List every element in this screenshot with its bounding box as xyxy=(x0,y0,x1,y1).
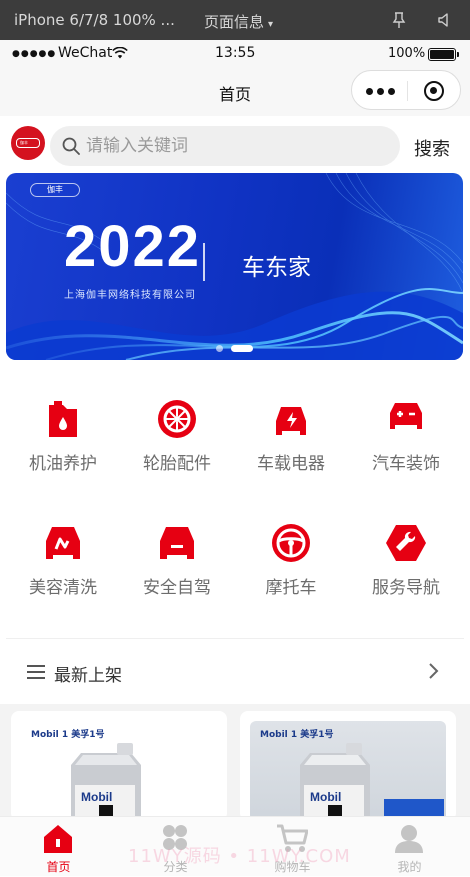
page-info-dropdown[interactable]: 页面信息 ▾ xyxy=(204,11,273,32)
category-label: 汽车装饰 xyxy=(372,454,440,474)
tab-home[interactable]: 首页 xyxy=(0,817,117,877)
banner-carousel[interactable]: 伽丰 2022 车东家 上海伽丰网络科技有限公司 xyxy=(6,173,463,360)
banner-brand: 车东家 xyxy=(242,255,311,281)
car-battery-icon xyxy=(390,403,422,429)
more-icon[interactable] xyxy=(366,88,396,95)
product-card[interactable]: Mobil 1 美孚1号 Mobil xyxy=(240,711,456,821)
wrench-icon xyxy=(386,525,426,561)
device-selector[interactable]: iPhone 6/7/8 100% ... xyxy=(14,11,175,29)
category-car-electronics[interactable]: 车载电器 xyxy=(241,399,341,499)
volume-icon[interactable] xyxy=(437,12,453,28)
search-input[interactable] xyxy=(86,131,386,161)
search-icon xyxy=(62,137,80,155)
signal-strength: ●●●●● xyxy=(12,49,57,59)
category-car-wash[interactable]: 美容清洗 xyxy=(13,523,113,623)
watermark-text: 11WY源码 • 11WY.COM xyxy=(128,846,351,867)
wifi-icon xyxy=(112,47,128,59)
pin-icon[interactable] xyxy=(392,12,406,28)
category-label: 车载电器 xyxy=(257,454,325,474)
category-oil-care[interactable]: 机油养护 xyxy=(13,399,113,499)
status-bar: ●●●●● WeChat 13:55 100% xyxy=(0,40,470,68)
category-service-navigation[interactable]: 服务导航 xyxy=(356,523,456,623)
banner-logo: 伽丰 xyxy=(30,183,80,197)
product-brand: Mobil 1 美孚1号 xyxy=(260,730,334,740)
close-miniprogram-icon[interactable] xyxy=(424,81,444,101)
tab-label: 首页 xyxy=(46,860,71,874)
status-time: 13:55 xyxy=(215,45,256,61)
chevron-down-icon: ▾ xyxy=(268,19,274,30)
category-label: 摩托车 xyxy=(265,578,317,598)
devtools-bar: iPhone 6/7/8 100% ... 页面信息 ▾ xyxy=(0,0,470,40)
car-safety-icon xyxy=(160,527,194,559)
miniprogram-capsule xyxy=(351,70,461,110)
oil-bottle-image: Mobil xyxy=(71,743,141,821)
carrier-name: WeChat xyxy=(58,45,113,61)
battery-percent: 100% xyxy=(388,46,426,61)
brand-logo[interactable]: 伽丰 xyxy=(11,126,45,160)
search-box xyxy=(50,126,400,166)
product-brand: Mobil 1 美孚1号 xyxy=(31,730,105,740)
steering-wheel-icon xyxy=(272,524,310,562)
battery-icon xyxy=(428,48,459,61)
user-icon xyxy=(395,825,423,853)
menu-icon xyxy=(27,665,45,679)
category-label: 机油养护 xyxy=(29,454,97,474)
category-label: 安全自驾 xyxy=(143,578,211,598)
banner-year: 2022 xyxy=(64,214,202,279)
svg-text:Mobil: Mobil xyxy=(310,790,341,804)
oil-bottle-image: Mobil xyxy=(300,743,370,821)
carousel-dot[interactable] xyxy=(216,345,223,352)
category-tires[interactable]: 轮胎配件 xyxy=(127,399,227,499)
tab-profile[interactable]: 我的 xyxy=(351,817,468,877)
category-safe-driving[interactable]: 安全自驾 xyxy=(127,523,227,623)
oil-can-icon xyxy=(49,401,77,437)
car-electric-icon xyxy=(276,407,306,435)
category-motorcycle[interactable]: 摩托车 xyxy=(241,523,341,623)
nav-bar: 首页 xyxy=(0,68,470,116)
car-wash-icon xyxy=(46,527,80,559)
section-title: 最新上架 xyxy=(54,666,122,686)
page-info-label: 页面信息 xyxy=(204,13,265,31)
product-card[interactable]: Mobil 1 美孚1号 Mobil xyxy=(11,711,227,821)
svg-text:Mobil: Mobil xyxy=(81,790,112,804)
banner-divider xyxy=(203,243,205,281)
section-divider xyxy=(6,638,464,639)
category-decoration[interactable]: 汽车装饰 xyxy=(356,399,456,499)
carousel-dot-active[interactable] xyxy=(231,345,253,352)
category-label: 服务导航 xyxy=(372,578,440,598)
category-label: 美容清洗 xyxy=(29,578,97,598)
tire-icon xyxy=(158,400,196,438)
tab-label: 我的 xyxy=(397,860,422,874)
logo-text: 伽丰 xyxy=(20,140,28,145)
banner-company: 上海伽丰网络科技有限公司 xyxy=(64,290,196,301)
home-icon xyxy=(44,825,72,853)
category-label: 轮胎配件 xyxy=(143,454,211,474)
chevron-right-icon[interactable] xyxy=(426,662,440,680)
search-button[interactable]: 搜索 xyxy=(414,135,450,161)
capsule-divider xyxy=(407,81,408,101)
